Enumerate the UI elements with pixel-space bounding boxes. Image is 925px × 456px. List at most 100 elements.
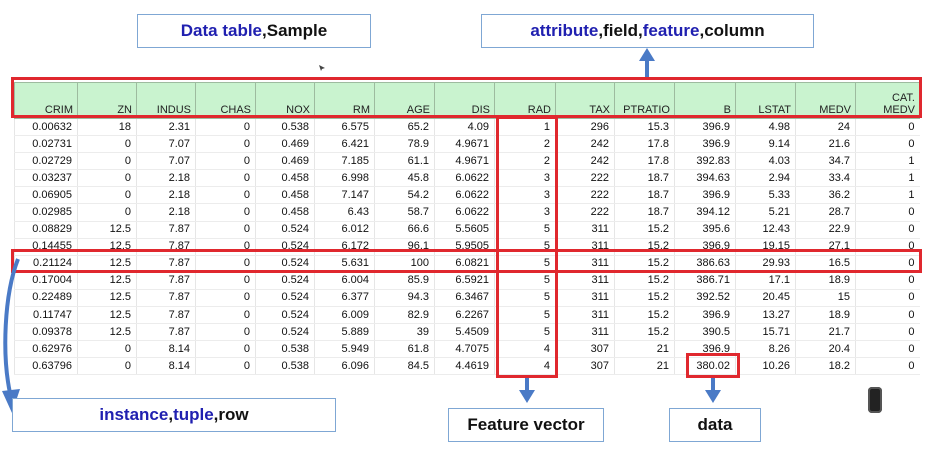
table-cell: 7.87 [136, 323, 196, 342]
table-row: 0.03237 0 2.18 0 0.458 6.998 45.8 6.0622 3 222 18.… [14, 169, 920, 188]
table-cell: 6.421 [314, 135, 375, 154]
table-cell: 5 [494, 289, 556, 308]
table-cell: 0 [77, 186, 137, 205]
device-icon [868, 387, 882, 413]
table-cell: 21.7 [795, 323, 856, 342]
table-cell: 100 [374, 255, 435, 273]
table-cell: 21.6 [795, 135, 856, 154]
table-cell: 36.2 [795, 186, 856, 205]
tuple-label: tuple [173, 405, 214, 424]
table-row: 0.21124 12.5 7.87 0 0.524 5.631 100 6.0821 5 311 1… [14, 255, 920, 273]
table-cell: 0 [195, 135, 256, 154]
data-table-label: Data table [180, 21, 263, 40]
table-cell: 10.26 [735, 357, 796, 376]
table-cell: 4 [494, 340, 556, 359]
table-cell: 18.9 [795, 272, 856, 290]
table-cell: 0.524 [255, 323, 315, 342]
field-label: field [603, 21, 639, 40]
table-cell: 6.012 [314, 221, 375, 239]
instance-callout: instance, tuple, row [12, 398, 336, 432]
sample-label: Sample [266, 21, 328, 40]
data-table-callout: Data table, Sample [137, 14, 371, 48]
table-cell: 1 [855, 186, 920, 205]
table-cell: 311 [555, 255, 615, 273]
table-cell: 18.7 [614, 203, 675, 222]
table-cell: 390.5 [674, 323, 736, 342]
table-row: 0.02731 0 7.07 0 0.469 6.421 78.9 4.9671 2 242 17.… [14, 135, 920, 154]
table-cell: 0 [77, 357, 137, 376]
table-cell: 4.4619 [434, 357, 495, 376]
table-cell: 386.63 [674, 255, 736, 273]
column-header: MEDV [795, 82, 856, 119]
table-cell: 6.575 [314, 118, 375, 137]
column-header: DIS [434, 82, 495, 119]
mouse-cursor-icon [319, 65, 325, 71]
table-cell: 2.18 [136, 186, 196, 205]
table-cell: 45.8 [374, 169, 435, 188]
table-cell: 4.9671 [434, 152, 495, 171]
table-cell: 311 [555, 272, 615, 290]
table-cell: 5.889 [314, 323, 375, 342]
table-row: 0.63796 0 8.14 0 0.538 6.096 84.5 4.4619 4 307 21 3… [14, 357, 920, 376]
column-header: RM [314, 82, 375, 119]
table-row: 0.02729 0 7.07 0 0.469 7.185 61.1 4.9671 2 242 17.… [14, 152, 920, 171]
table-cell: 4.98 [735, 118, 796, 137]
table-cell: 0.458 [255, 203, 315, 222]
table-cell: 18.9 [795, 306, 856, 325]
table-cell: 0 [195, 118, 256, 137]
table-cell: 20.4 [795, 340, 856, 359]
table-cell: 307 [555, 357, 615, 376]
table-cell: 0 [195, 152, 256, 171]
table-cell: 2 [494, 152, 556, 171]
attribute-arrow-shaft [645, 60, 649, 78]
column-header: TAX [555, 82, 615, 119]
table-cell: 15.2 [614, 289, 675, 308]
table-cell: 12.5 [77, 238, 137, 256]
table-cell: 7.87 [136, 272, 196, 290]
table-cell: 15.2 [614, 306, 675, 325]
table-cell: 242 [555, 135, 615, 154]
table-cell: 0 [77, 169, 137, 188]
table-cell: 7.07 [136, 135, 196, 154]
header-row: CRIM ZN INDUS CHAS NOX RM AGE DIS RAD TAX PTRATIO B… [14, 82, 920, 119]
table-cell: 7.87 [136, 221, 196, 239]
table-cell: 396.9 [674, 186, 736, 205]
table-cell: 12.5 [77, 221, 137, 239]
table-cell: 0.524 [255, 289, 315, 308]
table-cell: 394.63 [674, 169, 736, 188]
table-cell: 84.5 [374, 357, 435, 376]
column-header: CRIM [14, 82, 78, 119]
table-cell: 3 [494, 203, 556, 222]
table-cell: 0 [855, 221, 920, 239]
table-cell: 33.4 [795, 169, 856, 188]
table-cell: 0 [195, 186, 256, 205]
table-cell: 396.9 [674, 340, 736, 359]
table-row: 0.17004 12.5 7.87 0 0.524 6.004 85.9 6.5921 5 311… [14, 272, 920, 290]
table-cell: 0.538 [255, 118, 315, 137]
table-row: 0.02985 0 2.18 0 0.458 6.43 58.7 6.0622 3 222 18.7… [14, 203, 920, 222]
table-cell: 0 [855, 238, 920, 256]
table-cell: 7.87 [136, 255, 196, 273]
table-cell: 7.87 [136, 289, 196, 308]
table-cell: 20.45 [735, 289, 796, 308]
feature-vector-label: Feature vector [467, 415, 585, 434]
table-cell: 4.09 [434, 118, 495, 137]
data-arrow-head [705, 390, 721, 403]
table-cell: 24 [795, 118, 856, 137]
table-cell: 5.949 [314, 340, 375, 359]
table-cell: 12.5 [77, 289, 137, 308]
attribute-callout: attribute, field, feature, column [481, 14, 814, 48]
table-cell: 6.0622 [434, 186, 495, 205]
table-cell: 13.27 [735, 306, 796, 325]
table-body: 0.00632 18 2.31 0 0.538 6.575 65.2 4.09 1 296 15.3… [14, 118, 920, 376]
table-row: 0.00632 18 2.31 0 0.538 6.575 65.2 4.09 1 296 15.3… [14, 118, 920, 137]
column-header: CAT. MEDV [855, 82, 920, 119]
table-cell: 96.1 [374, 238, 435, 256]
table-cell: 0 [77, 340, 137, 359]
table-cell: 0.14455 [14, 238, 78, 256]
column-header: AGE [374, 82, 435, 119]
table-cell: 3 [494, 186, 556, 205]
table-cell: 15 [795, 289, 856, 308]
table-cell: 311 [555, 238, 615, 256]
table-cell: 12.5 [77, 306, 137, 325]
